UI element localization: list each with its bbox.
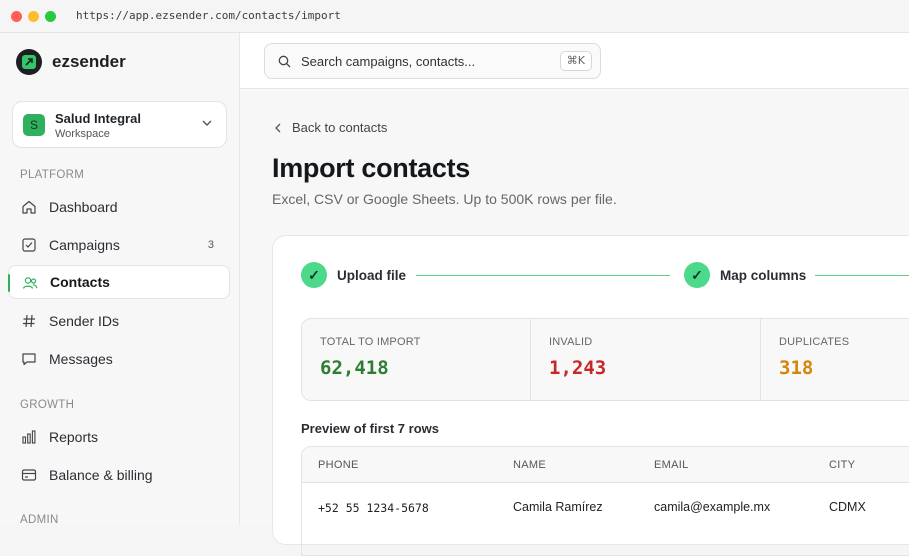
- message-icon: [22, 353, 36, 366]
- chevron-left-icon: [275, 123, 281, 132]
- sidebar-item-label: Balance & billing: [49, 467, 153, 483]
- page-subtitle: Excel, CSV or Google Sheets. Up to 500K …: [272, 191, 617, 207]
- minimize-window-button[interactable]: [28, 11, 39, 22]
- step-connector: [416, 275, 670, 276]
- brand-name: ezsender: [52, 52, 126, 71]
- top-bar: Search campaigns, contacts... ⌘K: [240, 33, 909, 89]
- bar-chart-icon: [22, 430, 36, 444]
- import-stats: TOTAL TO IMPORT 62,418 INVALID 1,243 DUP…: [301, 318, 909, 401]
- workspace-avatar: S: [23, 114, 45, 136]
- address-bar[interactable]: https://app.ezsender.com/contacts/import: [76, 9, 341, 22]
- stat-label: DUPLICATES: [779, 336, 850, 348]
- sidebar-item-campaigns[interactable]: Campaigns 3: [8, 228, 230, 262]
- sidebar-item-dashboard[interactable]: Dashboard: [8, 190, 230, 224]
- brand[interactable]: ezsender: [16, 49, 126, 75]
- sidebar-item-label: Campaigns: [49, 237, 120, 253]
- page-title: Import contacts: [272, 153, 471, 183]
- check-icon: ✓: [301, 262, 327, 288]
- sidebar-item-messages[interactable]: Messages: [8, 342, 230, 376]
- cell-city: CDMX: [829, 500, 866, 514]
- step-label: Map columns: [720, 267, 807, 283]
- stat-value: 1,243: [549, 357, 607, 379]
- maximize-window-button[interactable]: [45, 11, 56, 22]
- sidebar: ezsender S Salud Integral Workspace PLAT…: [0, 33, 240, 526]
- stat-value: 318: [779, 357, 814, 379]
- stat-total-to-import: TOTAL TO IMPORT 62,418: [302, 319, 531, 400]
- sidebar-item-label: Messages: [49, 351, 113, 367]
- workspace-sub: Workspace: [55, 128, 110, 140]
- table-header: PHONE NAME EMAIL CITY: [302, 447, 909, 483]
- checkbox-icon: [22, 238, 36, 252]
- sidebar-item-label: Dashboard: [49, 199, 118, 215]
- stat-value: 62,418: [320, 357, 389, 379]
- back-link-label: Back to contacts: [292, 120, 388, 135]
- browser-titlebar: https://app.ezsender.com/contacts/import: [0, 0, 909, 33]
- search-shortcut-hint: ⌘K: [559, 51, 592, 71]
- users-icon: [22, 277, 38, 289]
- sidebar-item-label: Sender IDs: [49, 313, 120, 329]
- stat-label: INVALID: [549, 336, 593, 348]
- back-to-contacts-link[interactable]: Back to contacts: [274, 120, 387, 135]
- brand-logo-icon: [16, 49, 42, 75]
- column-header-email: EMAIL: [654, 459, 689, 471]
- column-header-phone: PHONE: [318, 459, 359, 471]
- sidebar-item-balance-billing[interactable]: Balance & billing: [8, 458, 230, 492]
- sidebar-item-sender-ids[interactable]: Sender IDs: [8, 304, 230, 338]
- main-content: Back to contacts Import contacts Excel, …: [240, 89, 909, 556]
- workspace-switcher[interactable]: S Salud Integral Workspace: [12, 101, 227, 148]
- step-connector: [815, 275, 909, 276]
- preview-title: Preview of first 7 rows: [301, 421, 439, 436]
- section-label-admin: ADMIN: [20, 514, 59, 526]
- search-input[interactable]: Search campaigns, contacts... ⌘K: [264, 43, 601, 79]
- stat-label: TOTAL TO IMPORT: [320, 336, 421, 348]
- cell-email: camila@example.mx: [654, 500, 771, 514]
- sidebar-item-label: Contacts: [50, 274, 110, 290]
- sidebar-item-contacts[interactable]: Contacts: [8, 265, 230, 299]
- cell-name: Camila Ramírez: [513, 500, 603, 514]
- stat-duplicates: DUPLICATES 318: [761, 319, 909, 400]
- chevron-down-icon: [202, 120, 212, 126]
- search-placeholder: Search campaigns, contacts...: [301, 54, 476, 69]
- check-icon: ✓: [684, 262, 710, 288]
- workspace-name: Salud Integral: [55, 111, 141, 126]
- cell-phone: +52 55 1234-5678: [318, 501, 429, 515]
- column-header-city: CITY: [829, 459, 856, 471]
- column-header-name: NAME: [513, 459, 546, 471]
- credit-card-icon: [21, 469, 37, 481]
- stat-invalid: INVALID 1,243: [531, 319, 761, 400]
- preview-table: PHONE NAME EMAIL CITY +52 55 1234-5678 C…: [301, 446, 909, 556]
- sidebar-item-label: Reports: [49, 429, 99, 445]
- section-label-platform: PLATFORM: [20, 169, 85, 181]
- step-map-columns[interactable]: ✓ Map columns: [684, 262, 806, 288]
- hash-icon: [23, 314, 35, 328]
- close-window-button[interactable]: [11, 11, 22, 22]
- home-icon: [22, 200, 36, 214]
- search-icon: [278, 55, 291, 68]
- step-upload-file[interactable]: ✓ Upload file: [301, 262, 406, 288]
- import-card: ✓ Upload file ✓ Map columns TOTAL TO IMP…: [272, 235, 909, 556]
- step-label: Upload file: [337, 267, 407, 283]
- sidebar-item-reports[interactable]: Reports: [8, 420, 230, 454]
- section-label-growth: GROWTH: [20, 399, 75, 411]
- campaigns-count-badge: 3: [207, 239, 214, 251]
